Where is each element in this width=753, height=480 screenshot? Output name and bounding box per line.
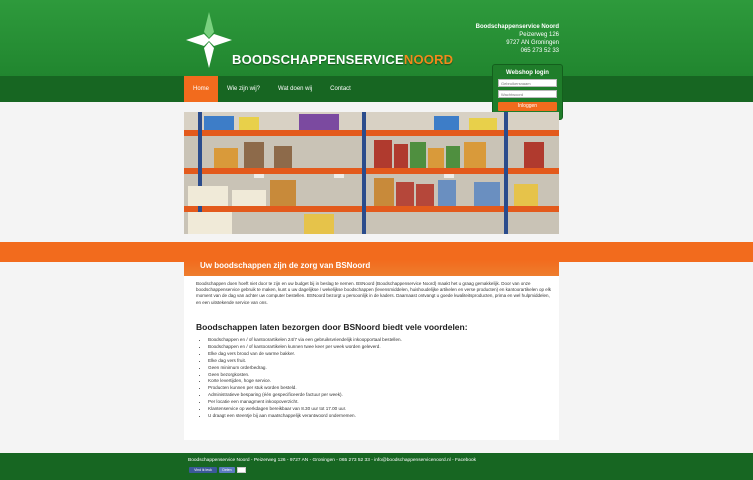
nav-home[interactable]: Home xyxy=(184,76,219,102)
nav-bar xyxy=(0,76,753,102)
main-content: Uw boodschappen zijn de zorg van BSNoord… xyxy=(184,260,559,440)
footer: Boodschappenservice Noord - Peizerweg 12… xyxy=(0,453,753,480)
contact-city: 9727 AN Groningen xyxy=(506,40,559,46)
logo-star-icon xyxy=(186,12,232,68)
list-item: U draagt een steentje bij aan maatschapp… xyxy=(208,413,548,420)
facebook-like-button[interactable]: Vind ik leuk xyxy=(189,467,217,473)
list-item: Boodschappen en / of kantoorartikelen ku… xyxy=(208,344,548,351)
list-item: Producten kunnen per stuk worden besteld… xyxy=(208,385,548,392)
nav-wat-doen-wij[interactable]: Wat doen wij xyxy=(269,76,321,102)
list-item: Korte levertijden, hoge service. xyxy=(208,378,548,385)
list-item: Klantenservice op werkdagen bereikbaar v… xyxy=(208,406,548,413)
contact-street: Peizerweg 126 xyxy=(519,32,559,38)
benefits-list: Boodschappen en / of kantoorartikelen 24… xyxy=(208,337,548,420)
list-item: Elke dag vers brood van de warme bakker. xyxy=(208,351,548,358)
nav-wie-zijn-wij[interactable]: Wie zijn wij? xyxy=(218,76,269,102)
list-item: Geen minimum orderbedrag. xyxy=(208,365,548,372)
nav-contact[interactable]: Contact xyxy=(321,76,360,102)
list-item: Elke dag vers fruit. xyxy=(208,358,548,365)
contact-company: Boodschappenservice Noord xyxy=(475,24,559,30)
banner-image xyxy=(184,112,559,234)
facebook-share-button[interactable]: Delen xyxy=(219,467,235,473)
logo[interactable] xyxy=(186,12,232,68)
password-input[interactable] xyxy=(498,90,557,98)
login-button[interactable]: Inloggen xyxy=(498,102,557,111)
brand-name: BOODSCHAPPENSERVICENOORD xyxy=(232,52,454,67)
list-item: Administratieve besparing (één gespecifi… xyxy=(208,392,548,399)
intro-text: Boodschappen doen hoeft niet door te zij… xyxy=(196,281,551,305)
contact-info: Boodschappenservice Noord Peizerweg 126 … xyxy=(476,23,559,55)
benefits-heading: Boodschappen laten bezorgen door BSNoord… xyxy=(196,322,468,332)
list-item: Boodschappen en / of kantoorartikelen 24… xyxy=(208,337,548,344)
list-item: Per locatie een managment inkoopoverzich… xyxy=(208,399,548,406)
username-input[interactable] xyxy=(498,79,557,87)
footer-text: Boodschappenservice Noord - Peizerweg 12… xyxy=(188,458,477,463)
list-item: Geen bezorgkosten. xyxy=(208,372,548,379)
content-title: Uw boodschappen zijn de zorg van BSNoord xyxy=(184,260,559,276)
share-count-box xyxy=(237,467,246,473)
main-nav: Home Wie zijn wij? Wat doen wij Contact xyxy=(184,76,360,102)
orange-band xyxy=(0,242,753,262)
contact-phone: 065 273 52 33 xyxy=(520,48,559,54)
login-title: Webshop login xyxy=(506,70,549,76)
